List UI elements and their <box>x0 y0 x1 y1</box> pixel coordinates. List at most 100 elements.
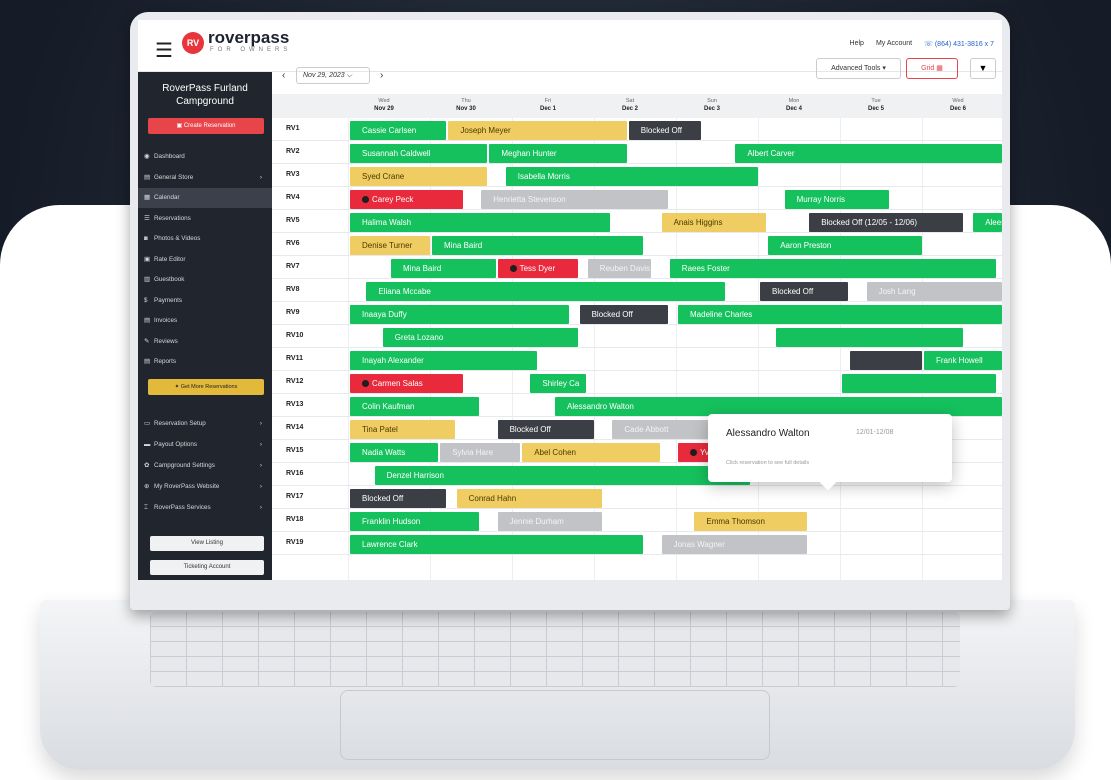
reservation-guest: Blocked Off <box>772 287 814 296</box>
my-account-link[interactable]: My Account <box>876 40 912 48</box>
sidebar-setting-campground-settings[interactable]: ✿ Campground Settings › <box>138 456 272 476</box>
reservation-guest: Anais Higgins <box>673 218 723 227</box>
reservation-guest: Blocked Off <box>591 310 633 319</box>
site-row: RV17 Blocked Off Conrad Hahn <box>272 486 1002 509</box>
reservation-bar[interactable]: Mina Baird <box>432 236 644 255</box>
reservation-guest: Emma Thomson <box>706 517 765 526</box>
ticketing-account-button[interactable]: Ticketing Account <box>150 560 264 575</box>
create-reservation-label: Create Reservation <box>183 123 236 129</box>
reservation-bar[interactable]: Carmen Salas <box>350 374 463 393</box>
sidebar-setting-label: My RoverPass Website <box>154 483 220 490</box>
date-picker[interactable]: Nov 29, 2023 ⌵ <box>296 67 370 84</box>
sidebar-item-photos-videos[interactable]: ◙ Photos & Videos <box>138 229 272 249</box>
sidebar-setting-payout-options[interactable]: ▬ Payout Options › <box>138 435 272 455</box>
reservation-bar[interactable]: Raees Foster <box>669 259 996 278</box>
sidebar-setting-reservation-setup[interactable]: ▭ Reservation Setup › <box>138 414 272 434</box>
reservation-bar[interactable]: Anais Higgins <box>661 213 767 232</box>
reservation-bar[interactable]: Aleesh <box>973 213 1002 232</box>
reservation-bar[interactable]: Denise Turner <box>350 236 430 255</box>
reservation-bar[interactable]: Tess Dyer <box>497 259 578 278</box>
reservation-guest: Cade Abbott <box>624 425 669 434</box>
day-of-week: Wed <box>378 98 390 104</box>
sidebar-item-reviews[interactable]: ✎ Reviews <box>138 332 272 352</box>
sidebar-item-payments[interactable]: $ Payments <box>138 291 272 311</box>
prev-arrow[interactable]: ‹ <box>282 70 285 81</box>
filter-icon[interactable]: ▼ <box>970 58 996 79</box>
help-link[interactable]: Help <box>850 40 864 48</box>
sidebar-item-invoices[interactable]: ▤ Invoices <box>138 311 272 331</box>
sidebar-item-dashboard[interactable]: ◉ Dashboard <box>138 147 272 167</box>
reservation-bar[interactable]: Franklin Hudson <box>350 512 480 531</box>
view-listing-button[interactable]: View Listing <box>150 536 264 551</box>
reservation-bar[interactable]: Syed Crane <box>350 167 488 186</box>
sidebar-setting-my-roverpass-website[interactable]: ⊕ My RoverPass Website › <box>138 477 272 497</box>
reservation-bar[interactable] <box>776 328 963 347</box>
reservation-guest: Blocked Off <box>640 126 683 135</box>
sidebar-item-reservations[interactable]: ☰ Reservations <box>138 209 272 229</box>
reservation-bar[interactable]: Eliana Mccabe <box>366 282 726 301</box>
reservation-guest: Aleesh <box>985 218 1002 227</box>
reservation-bar[interactable]: Nadia Watts <box>350 443 439 462</box>
reservation-bar[interactable]: Abel Cohen <box>522 443 660 462</box>
reservation-bar[interactable]: Susannah Caldwell <box>350 144 488 163</box>
reservation-bar[interactable]: Frank Howell <box>924 351 1002 370</box>
reservation-bar[interactable]: Albert Carver <box>735 144 1002 163</box>
advanced-tools-dropdown[interactable]: Advanced Tools ▾ <box>816 58 901 79</box>
reservation-bar[interactable]: Greta Lozano <box>382 328 578 347</box>
reservation-bar[interactable]: Denzel Harrison <box>374 466 750 485</box>
reservation-bar[interactable]: Blocked Off (12/05 - 12/06) <box>809 213 963 232</box>
reservation-bar[interactable]: Henrietta Stevenson <box>481 190 668 209</box>
reservation-bar[interactable]: Mina Baird <box>391 259 496 278</box>
reservation-bar[interactable]: Halima Walsh <box>350 213 611 232</box>
sidebar-setting-roverpass-services[interactable]: ⌶ RoverPass Services › <box>138 498 272 518</box>
grid-button[interactable]: Grid ▦ <box>906 58 958 79</box>
reservation-bar[interactable]: Conrad Hahn <box>456 489 603 508</box>
sidebar-item-calendar[interactable]: ▦ Calendar <box>138 188 272 208</box>
create-reservation-button[interactable]: ▣ Create Reservation <box>148 118 264 134</box>
reservation-bar[interactable]: Madeline Charles <box>678 305 1002 324</box>
reservation-bar[interactable]: Blocked Off <box>350 489 447 508</box>
reservation-bar[interactable]: Josh Lang <box>866 282 1002 301</box>
reservation-bar[interactable]: Jennie Durham <box>497 512 603 531</box>
reservation-bar[interactable]: Reuben Davis <box>587 259 652 278</box>
site-row: RV6 Denise Turner Mina Baird Aaron Preston <box>272 233 1002 256</box>
reservation-bar[interactable]: Joseph Meyer <box>448 121 627 140</box>
reservation-bar[interactable]: Murray Norris <box>784 190 890 209</box>
reservation-bar[interactable]: Emma Thomson <box>694 512 808 531</box>
reservation-popup[interactable]: Alessandro Walton 12/01-12/08 Click rese… <box>708 414 952 491</box>
day-of-week: Fri <box>544 98 552 104</box>
reservation-bar[interactable]: Tina Patel <box>350 420 455 439</box>
phone-link[interactable]: ☏ (864) 431-3816 x 7 <box>924 40 994 48</box>
reservation-bar[interactable]: Carey Peck <box>350 190 463 209</box>
reservation-bar[interactable]: Blocked Off <box>628 121 701 140</box>
reservation-bar[interactable]: Cassie Carlsen <box>350 121 447 140</box>
reservation-bar[interactable]: Isabella Morris <box>505 167 758 186</box>
day-date: Dec 2 <box>621 106 638 112</box>
sidebar-item-rate-editor[interactable]: ▣ Rate Editor <box>138 250 272 270</box>
sidebar-item-guestbook[interactable]: ▥ Guestbook <box>138 270 272 290</box>
reservation-bar[interactable]: Inayah Alexander <box>350 351 537 370</box>
reservation-bar[interactable]: Jonas Wagner <box>661 535 808 554</box>
reservation-guest: Jennie Durham <box>509 517 564 526</box>
reservation-bar[interactable]: Blocked Off <box>497 420 594 439</box>
reservation-bar[interactable]: Lawrence Clark <box>350 535 644 554</box>
reservation-bar[interactable]: Blocked Off <box>579 305 668 324</box>
reservation-bar[interactable]: Sylvia Hare <box>440 443 521 462</box>
reservation-bar[interactable]: Blocked Off <box>760 282 849 301</box>
reservation-bar[interactable]: Aaron Preston <box>768 236 922 255</box>
sidebar-item-general-store[interactable]: ▤ General Store › <box>138 168 272 188</box>
hamburger-icon[interactable]: ☰ <box>155 38 173 63</box>
reservation-bar[interactable]: Inaaya Duffy <box>350 305 570 324</box>
reservation-bar[interactable] <box>850 351 922 370</box>
day-header: Wed Dec 6 <box>928 97 988 113</box>
reservation-guest: Henrietta Stevenson <box>493 195 566 204</box>
next-arrow[interactable]: › <box>380 70 383 81</box>
day-header: Sun Dec 3 <box>682 97 742 113</box>
day-of-week: Sat <box>625 98 635 104</box>
reservation-bar[interactable]: Meghan Hunter <box>489 144 627 163</box>
reservation-bar[interactable]: Shirley Ca <box>530 374 586 393</box>
reservation-bar[interactable] <box>842 374 996 393</box>
get-more-reservations-button[interactable]: ✦ Get More Reservations <box>148 379 264 395</box>
reservation-bar[interactable]: Colin Kaufman <box>350 397 480 416</box>
sidebar-item-reports[interactable]: ▤ Reports <box>138 352 272 372</box>
